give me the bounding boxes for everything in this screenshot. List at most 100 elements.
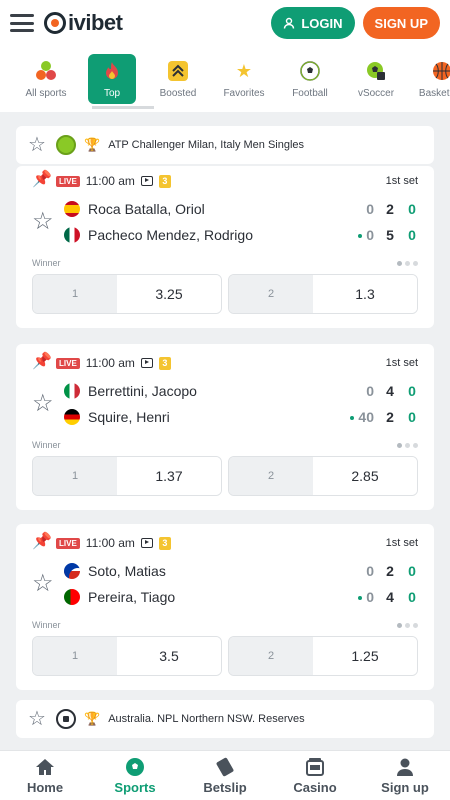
- menu-icon[interactable]: [10, 14, 34, 32]
- star-icon[interactable]: ☆: [28, 135, 48, 155]
- pin-icon[interactable]: 📌: [32, 534, 52, 552]
- sport-basketball[interactable]: Basketball: [410, 46, 450, 112]
- match-time: 11:00 am: [85, 356, 135, 370]
- odd-label: 2: [229, 457, 313, 495]
- match-card[interactable]: 📌 LIVE 11:00 am 3 1st set ☆ Berrettini, …: [16, 344, 434, 510]
- stream-count: 3: [158, 174, 171, 188]
- odd-value: 1.37: [117, 457, 221, 495]
- casino-icon: [304, 757, 326, 777]
- match-period: 1st set: [385, 175, 418, 187]
- nav-home[interactable]: Home: [0, 751, 90, 800]
- odd-label: 2: [229, 637, 313, 675]
- match-time: 11:00 am: [85, 174, 135, 188]
- match-card[interactable]: 📌 LIVE 11:00 am 3 1st set ☆ Roca Batalla…: [16, 166, 434, 328]
- sport-vsoccer[interactable]: vSoccer: [344, 46, 408, 112]
- video-icon[interactable]: [140, 358, 153, 368]
- star-icon: ★: [235, 60, 253, 81]
- match-time: 11:00 am: [85, 536, 135, 550]
- spain-flag-icon: [64, 201, 80, 217]
- serve-indicator: [358, 234, 363, 239]
- odd-button-home[interactable]: 1 3.5: [32, 636, 222, 676]
- score-set: 2: [386, 201, 394, 217]
- sport-label: Football: [292, 87, 328, 99]
- match-card[interactable]: 📌 LIVE 11:00 am 3 1st set ☆ Soto, Matias…: [16, 524, 434, 690]
- sport-all[interactable]: All sports: [14, 46, 78, 112]
- star-icon[interactable]: ☆: [32, 392, 58, 416]
- sport-favorites[interactable]: ★ Favorites: [212, 46, 276, 112]
- odd-button-away[interactable]: 2 2.85: [228, 456, 418, 496]
- star-icon[interactable]: ☆: [32, 210, 58, 234]
- league-title: ATP Challenger Milan, Italy Men Singles: [108, 139, 305, 151]
- nav-underline: [92, 106, 154, 109]
- user-icon: [394, 757, 416, 777]
- score-game-value: 0: [366, 227, 374, 243]
- player-row: Pacheco Mendez, Rodrigo 0 5 0: [64, 222, 418, 248]
- brand-logo[interactable]: ivibet: [44, 10, 123, 36]
- odd-label: 2: [229, 275, 313, 313]
- signup-button[interactable]: SIGN UP: [362, 7, 440, 39]
- player-name: Pacheco Mendez, Rodrigo: [88, 227, 253, 243]
- score-game-value: 0: [366, 589, 374, 605]
- league-header[interactable]: ☆ 🏆 Australia. NPL Northern NSW. Reserve…: [16, 700, 434, 738]
- trophy-icon: 🏆: [84, 711, 101, 726]
- video-icon[interactable]: [140, 538, 153, 548]
- player-row: Berrettini, Jacopo 0 4 0: [64, 378, 418, 404]
- sport-label: vSoccer: [357, 87, 395, 99]
- sport-label: Favorites: [223, 87, 265, 99]
- odd-value: 1.3: [313, 275, 417, 313]
- home-icon: [34, 757, 56, 777]
- score-game: 0: [348, 227, 374, 243]
- score-total: 0: [408, 383, 416, 399]
- events-list[interactable]: ☆ 🏆 ATP Challenger Milan, Italy Men Sing…: [0, 112, 450, 750]
- score-set: 4: [386, 383, 394, 399]
- market-pager[interactable]: [397, 622, 418, 628]
- nav-label: Betslip: [203, 779, 247, 795]
- basketball-icon: [431, 60, 450, 82]
- odd-value: 3.5: [117, 637, 221, 675]
- sports-ball-icon: [124, 757, 146, 777]
- star-icon[interactable]: ☆: [28, 709, 48, 729]
- top-header: ivibet LOGIN SIGN UP: [0, 0, 450, 46]
- logo-mark: [44, 12, 66, 34]
- odd-label: 1: [33, 457, 117, 495]
- live-badge: LIVE: [56, 175, 80, 187]
- score-total: 0: [408, 589, 416, 605]
- trophy-icon: 🏆: [84, 137, 101, 152]
- mexico-flag-icon: [64, 227, 80, 243]
- login-button[interactable]: LOGIN: [271, 7, 355, 39]
- nav-label: Home: [26, 779, 64, 795]
- player-row: Soto, Matias 0 2 0: [64, 558, 418, 584]
- market-pager[interactable]: [397, 260, 418, 266]
- player-name: Roca Batalla, Oriol: [88, 201, 205, 217]
- sport-football[interactable]: Football: [278, 46, 342, 112]
- sport-label: Basketball: [418, 87, 450, 99]
- live-badge: LIVE: [56, 537, 80, 549]
- odd-button-home[interactable]: 1 3.25: [32, 274, 222, 314]
- match-period: 1st set: [385, 357, 418, 369]
- portugal-flag-icon: [64, 589, 80, 605]
- sport-top[interactable]: Top: [88, 54, 136, 104]
- market-label: Winner: [32, 440, 61, 450]
- score-total: 0: [408, 227, 416, 243]
- nav-betslip[interactable]: Betslip: [180, 751, 270, 800]
- brand-name: ivibet: [68, 10, 123, 35]
- nav-signup[interactable]: Sign up: [360, 751, 450, 800]
- score-set: 2: [386, 409, 394, 425]
- odd-button-away[interactable]: 2 1.3: [228, 274, 418, 314]
- odd-button-away[interactable]: 2 1.25: [228, 636, 418, 676]
- odd-value: 1.25: [313, 637, 417, 675]
- video-icon[interactable]: [140, 176, 153, 186]
- player-name: Squire, Henri: [88, 409, 170, 425]
- score-game: 0: [348, 589, 374, 605]
- nav-sports[interactable]: Sports: [90, 751, 180, 800]
- pin-icon[interactable]: 📌: [32, 354, 52, 372]
- odd-button-home[interactable]: 1 1.37: [32, 456, 222, 496]
- sports-nav: All sports Top Boosted ★ Favorites Footb…: [0, 46, 450, 112]
- market-pager[interactable]: [397, 442, 418, 448]
- pin-icon[interactable]: 📌: [32, 172, 52, 190]
- star-icon[interactable]: ☆: [32, 572, 58, 596]
- nav-casino[interactable]: Casino: [270, 751, 360, 800]
- league-header[interactable]: ☆ 🏆 ATP Challenger Milan, Italy Men Sing…: [16, 126, 434, 164]
- live-badge: LIVE: [56, 357, 80, 369]
- sport-boosted[interactable]: Boosted: [146, 46, 210, 112]
